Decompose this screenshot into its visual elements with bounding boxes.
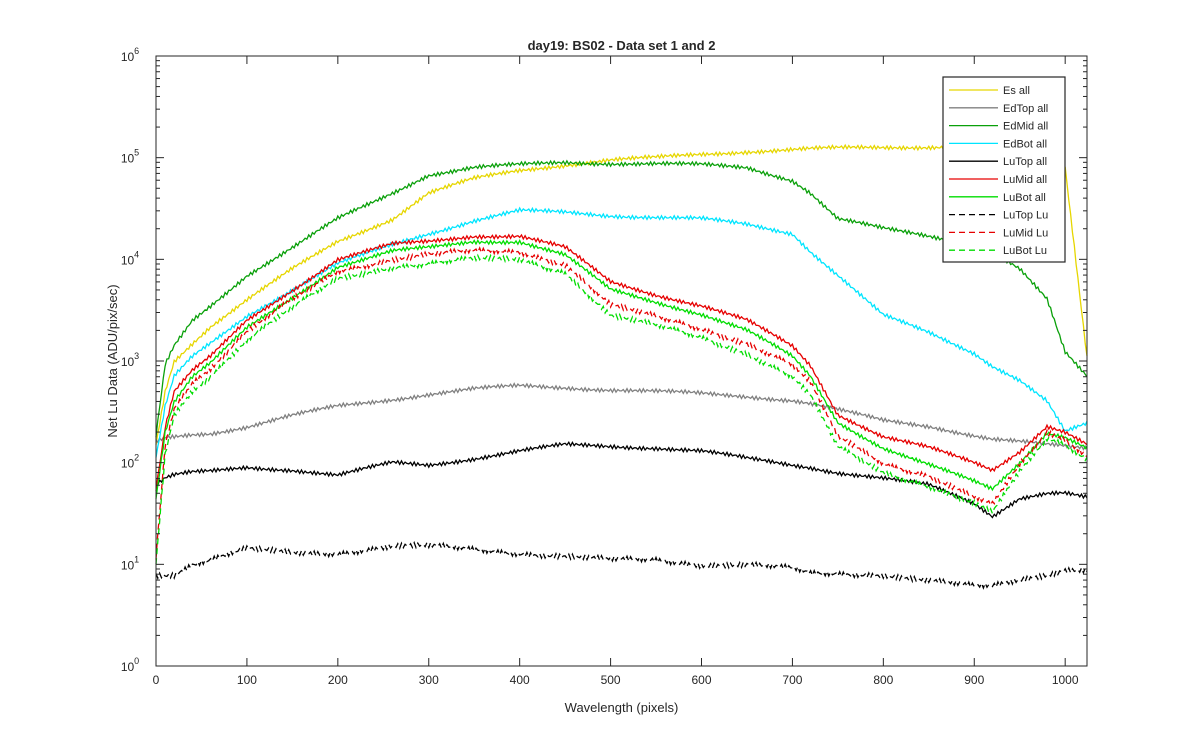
- legend-label-0: Es all: [1003, 85, 1030, 97]
- chart: 0 100 200 300 400 500 600 700 800 900 1000 100 101 1…: [0, 0, 1200, 750]
- x-tick-label: 400: [510, 673, 530, 687]
- legend-label-1: EdTop all: [1003, 103, 1048, 115]
- legend-label-2: EdMid all: [1003, 121, 1048, 133]
- x-tick-label: 0: [153, 673, 160, 687]
- x-tick-label: 100: [237, 673, 257, 687]
- legend: Es all EdTop all EdMid all EdBot all LuTop a…: [942, 76, 1066, 263]
- legend-label-7: LuTop Lu: [1003, 210, 1048, 222]
- y-axis-label: Net Lu Data (ADU/pix/sec): [105, 284, 120, 437]
- chart-svg: 0 100 200 300 400 500 600 700 800 900 1000 1001011…: [0, 0, 1200, 750]
- legend-label-4: LuTop all: [1003, 156, 1047, 168]
- x-tick-label: 700: [782, 673, 802, 687]
- legend-label-9: LuBot Lu: [1003, 245, 1047, 257]
- chart-title: day19: BS02 - Data set 1 and 2: [528, 38, 716, 53]
- x-tick-label: 900: [964, 673, 984, 687]
- legend-label-8: LuMid Lu: [1003, 227, 1048, 239]
- legend-label-5: LuMid all: [1003, 174, 1047, 186]
- legend-label-3: EdBot all: [1003, 138, 1047, 150]
- x-tick-label: 500: [601, 673, 621, 687]
- x-axis-label: Wavelength (pixels): [565, 700, 679, 715]
- x-tick-label: 300: [419, 673, 439, 687]
- x-tick-label: 600: [691, 673, 711, 687]
- x-tick-label: 800: [873, 673, 893, 687]
- x-tick-label: 1000: [1052, 673, 1079, 687]
- x-tick-label: 200: [328, 673, 348, 687]
- legend-label-6: LuBot all: [1003, 192, 1046, 204]
